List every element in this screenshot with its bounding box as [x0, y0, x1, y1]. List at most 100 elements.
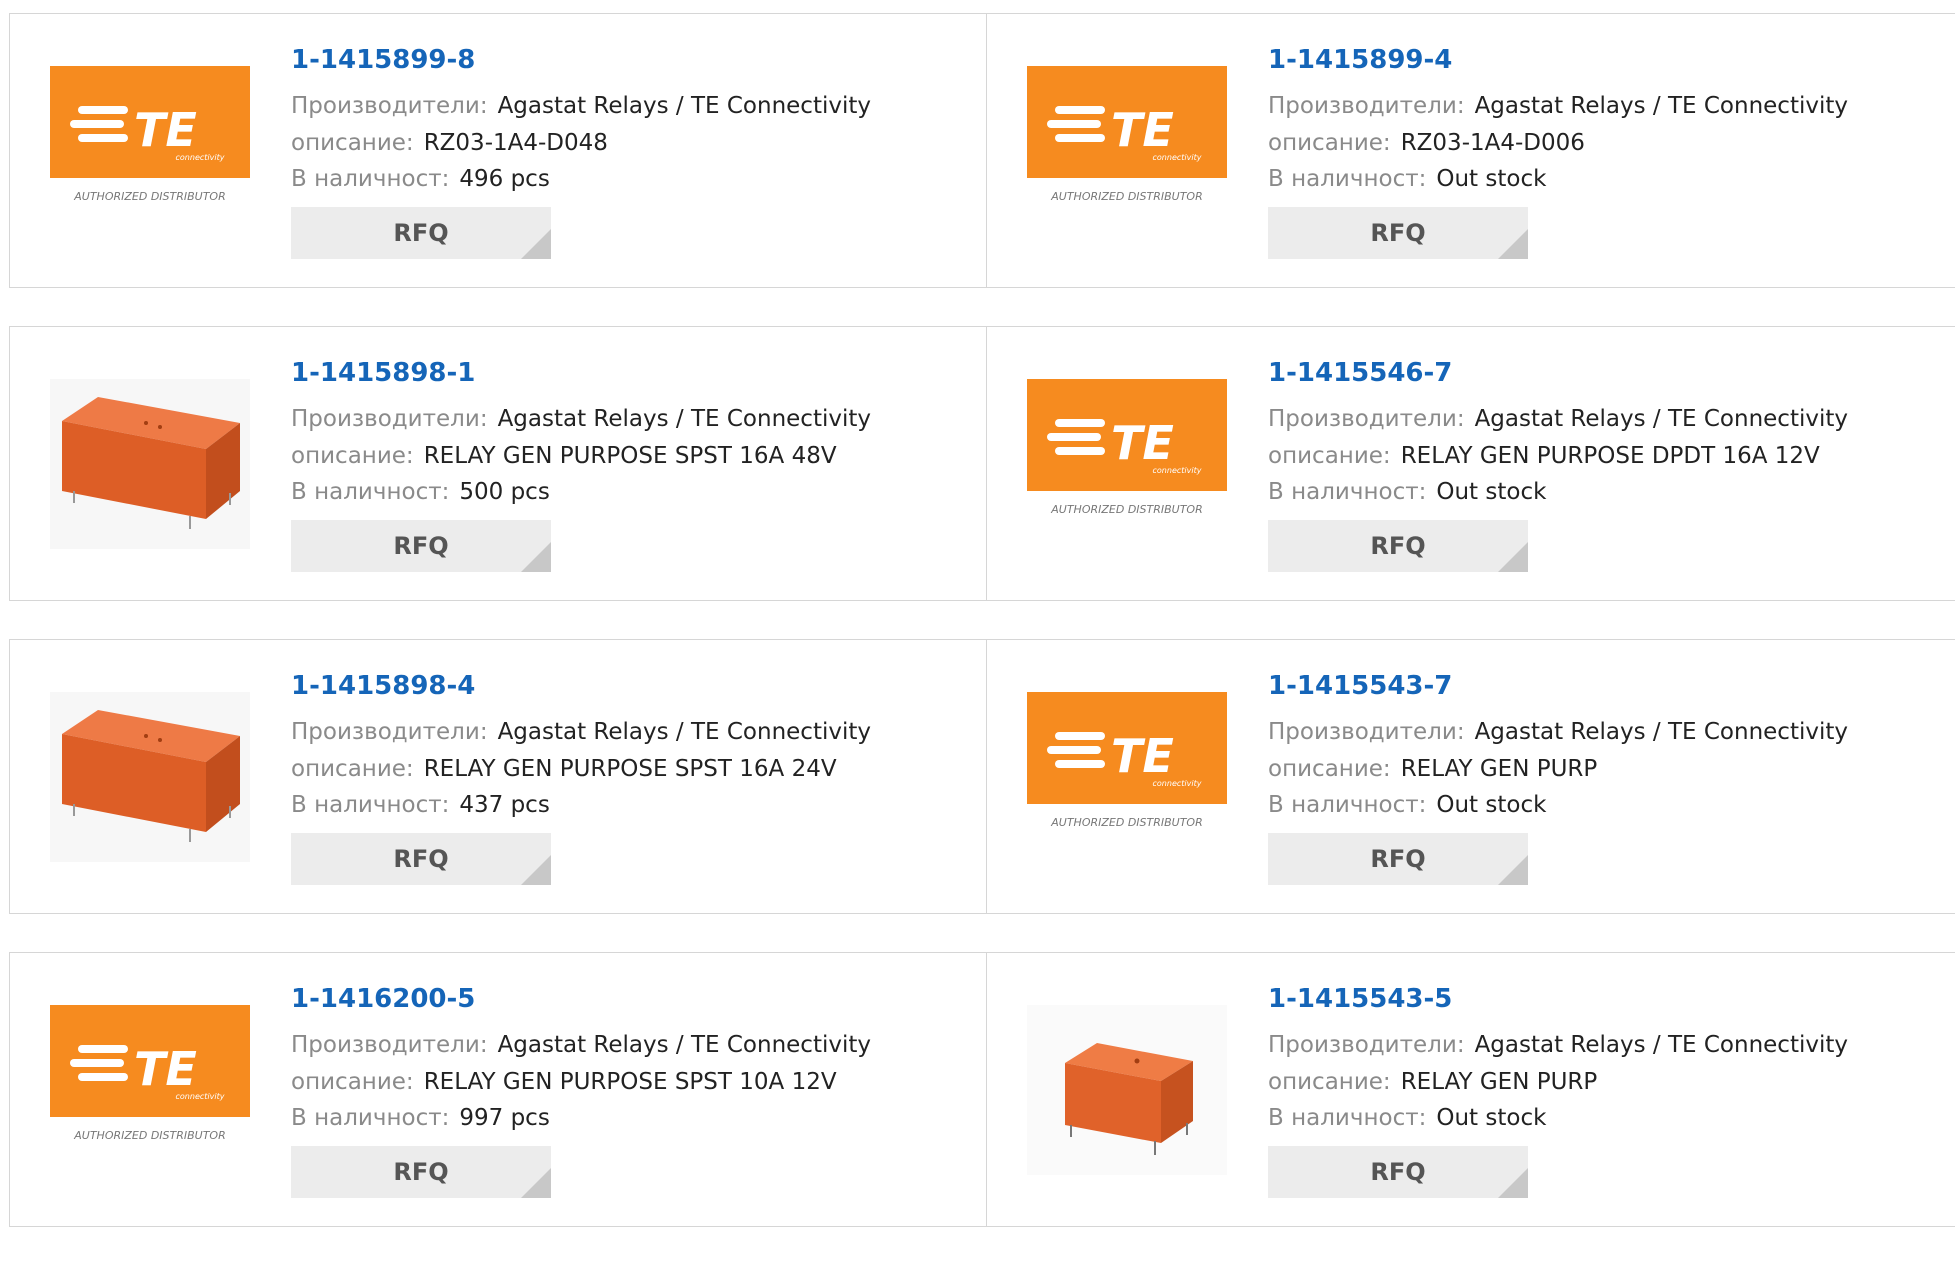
stock-label: В наличност:: [1268, 479, 1427, 505]
manufacturer-label: Производители:: [1268, 719, 1465, 745]
product-row: 1-1415898-1 Производители: Agastat Relays…: [9, 326, 1955, 601]
rfq-label: RFQ: [393, 531, 449, 560]
corner-triangle-icon: [521, 228, 551, 259]
description-line: описание: RELAY GEN PURPOSE SPST 16A 24V: [291, 751, 871, 788]
te-connectivity-logo: TE connectivity AUTHORIZED DISTRIBUTOR: [50, 66, 250, 203]
description-label: описание:: [291, 129, 414, 156]
rfq-button[interactable]: RFQ: [1268, 519, 1528, 572]
stock-line: В наличност: 500 pcs: [291, 474, 871, 511]
manufacturer-line: Производители: Agastat Relays / TE Connec…: [291, 88, 871, 125]
product-row: TE connectivity AUTHORIZED DISTRIBUTOR 1…: [9, 952, 1955, 1227]
product-thumbnail[interactable]: [50, 692, 250, 862]
part-number-link[interactable]: 1-1415899-8: [291, 44, 871, 76]
rfq-button[interactable]: RFQ: [291, 1145, 551, 1198]
product-card: TE connectivity AUTHORIZED DISTRIBUTOR 1…: [987, 13, 1955, 288]
description-value: RZ03-1A4-D006: [1400, 129, 1585, 156]
product-thumbnail[interactable]: TE connectivity AUTHORIZED DISTRIBUTOR: [1027, 692, 1227, 862]
product-info: 1-1416200-5 Производители: Agastat Relays…: [291, 983, 871, 1198]
description-label: описание:: [1268, 442, 1391, 469]
stock-label: В наличност:: [291, 1105, 450, 1131]
part-number-link[interactable]: 1-1415898-4: [291, 670, 871, 702]
corner-triangle-icon: [1498, 541, 1528, 572]
relay-image: [1027, 1005, 1227, 1175]
product-row: 1-1415898-4 Производители: Agastat Relays…: [9, 639, 1955, 914]
product-thumbnail[interactable]: TE connectivity AUTHORIZED DISTRIBUTOR: [50, 1005, 250, 1175]
product-thumbnail[interactable]: TE connectivity AUTHORIZED DISTRIBUTOR: [1027, 66, 1227, 236]
manufacturer-value: Agastat Relays / TE Connectivity: [497, 719, 871, 745]
rfq-button[interactable]: RFQ: [1268, 206, 1528, 259]
stock-label: В наличност:: [291, 479, 450, 505]
manufacturer-label: Производители:: [291, 1032, 488, 1058]
stock-line: В наличност: Out stock: [1268, 787, 1848, 824]
part-number-link[interactable]: 1-1415543-7: [1268, 670, 1848, 702]
manufacturer-value: Agastat Relays / TE Connectivity: [497, 1032, 871, 1058]
product-info: 1-1415543-7 Производители: Agastat Relays…: [1268, 670, 1848, 885]
product-card: TE connectivity AUTHORIZED DISTRIBUTOR 1…: [987, 326, 1955, 601]
relay-image: [50, 692, 250, 862]
stock-line: В наличност: 437 pcs: [291, 787, 871, 824]
product-thumbnail[interactable]: [1027, 1005, 1227, 1175]
manufacturer-line: Производители: Agastat Relays / TE Connec…: [291, 1027, 871, 1064]
product-info: 1-1415899-8 Производители: Agastat Relays…: [291, 44, 871, 259]
rfq-button[interactable]: RFQ: [291, 832, 551, 885]
svg-text:TE: TE: [1111, 103, 1174, 157]
manufacturer-value: Agastat Relays / TE Connectivity: [1474, 93, 1848, 119]
rfq-label: RFQ: [1370, 218, 1426, 247]
stock-label: В наличност:: [291, 792, 450, 818]
product-thumbnail[interactable]: TE connectivity AUTHORIZED DISTRIBUTOR: [50, 66, 250, 236]
stock-value: 496 pcs: [459, 166, 550, 192]
product-thumbnail[interactable]: [50, 379, 250, 549]
rfq-button[interactable]: RFQ: [1268, 832, 1528, 885]
product-card: TE connectivity AUTHORIZED DISTRIBUTOR 1…: [9, 952, 987, 1227]
part-number-link[interactable]: 1-1415898-1: [291, 357, 871, 389]
part-number-link[interactable]: 1-1416200-5: [291, 983, 871, 1015]
part-number-link[interactable]: 1-1415899-4: [1268, 44, 1848, 76]
description-value: RELAY GEN PURP: [1400, 1068, 1598, 1095]
part-number-link[interactable]: 1-1415543-5: [1268, 983, 1848, 1015]
stock-value: 500 pcs: [459, 479, 550, 505]
corner-triangle-icon: [521, 854, 551, 885]
product-card: 1-1415898-1 Производители: Agastat Relays…: [9, 326, 987, 601]
stock-line: В наличност: 997 pcs: [291, 1100, 871, 1137]
manufacturer-line: Производители: Agastat Relays / TE Connec…: [1268, 401, 1848, 438]
stock-label: В наличност:: [291, 166, 450, 192]
description-line: описание: RELAY GEN PURPOSE SPST 10A 12V: [291, 1064, 871, 1101]
description-line: описание: RELAY GEN PURPOSE DPDT 16A 12V: [1268, 438, 1848, 475]
description-line: описание: RZ03-1A4-D048: [291, 125, 871, 162]
rfq-label: RFQ: [1370, 531, 1426, 560]
product-info: 1-1415898-1 Производители: Agastat Relays…: [291, 357, 871, 572]
stock-line: В наличност: Out stock: [1268, 1100, 1848, 1137]
description-label: описание:: [1268, 129, 1391, 156]
rfq-button[interactable]: RFQ: [291, 206, 551, 259]
description-value: RZ03-1A4-D048: [423, 129, 608, 156]
product-row: TE connectivity AUTHORIZED DISTRIBUTOR 1…: [9, 13, 1955, 288]
product-card: TE connectivity AUTHORIZED DISTRIBUTOR 1…: [9, 13, 987, 288]
part-number-link[interactable]: 1-1415546-7: [1268, 357, 1848, 389]
manufacturer-label: Производители:: [291, 719, 488, 745]
description-value: RELAY GEN PURP: [1400, 755, 1598, 782]
svg-text:connectivity: connectivity: [1153, 779, 1202, 788]
product-card: TE connectivity AUTHORIZED DISTRIBUTOR 1…: [987, 639, 1955, 914]
rfq-button[interactable]: RFQ: [1268, 1145, 1528, 1198]
corner-triangle-icon: [1498, 1167, 1528, 1198]
manufacturer-line: Производители: Agastat Relays / TE Connec…: [291, 401, 871, 438]
description-line: описание: RELAY GEN PURP: [1268, 751, 1848, 788]
product-info: 1-1415546-7 Производители: Agastat Relays…: [1268, 357, 1848, 572]
product-card: 1-1415543-5 Производители: Agastat Relays…: [987, 952, 1955, 1227]
svg-text:TE: TE: [134, 1042, 197, 1096]
description-value: RELAY GEN PURPOSE SPST 16A 48V: [423, 442, 837, 469]
rfq-label: RFQ: [393, 844, 449, 873]
rfq-label: RFQ: [1370, 844, 1426, 873]
manufacturer-value: Agastat Relays / TE Connectivity: [497, 93, 871, 119]
product-thumbnail[interactable]: TE connectivity AUTHORIZED DISTRIBUTOR: [1027, 379, 1227, 549]
svg-text:TE: TE: [1111, 729, 1174, 783]
te-connectivity-logo: TE connectivity AUTHORIZED DISTRIBUTOR: [1027, 379, 1227, 516]
corner-triangle-icon: [521, 541, 551, 572]
description-label: описание:: [1268, 1068, 1391, 1095]
stock-value: 437 pcs: [459, 792, 550, 818]
manufacturer-value: Agastat Relays / TE Connectivity: [497, 406, 871, 432]
rfq-button[interactable]: RFQ: [291, 519, 551, 572]
svg-text:connectivity: connectivity: [1153, 153, 1202, 162]
stock-label: В наличност:: [1268, 1105, 1427, 1131]
corner-triangle-icon: [521, 1167, 551, 1198]
